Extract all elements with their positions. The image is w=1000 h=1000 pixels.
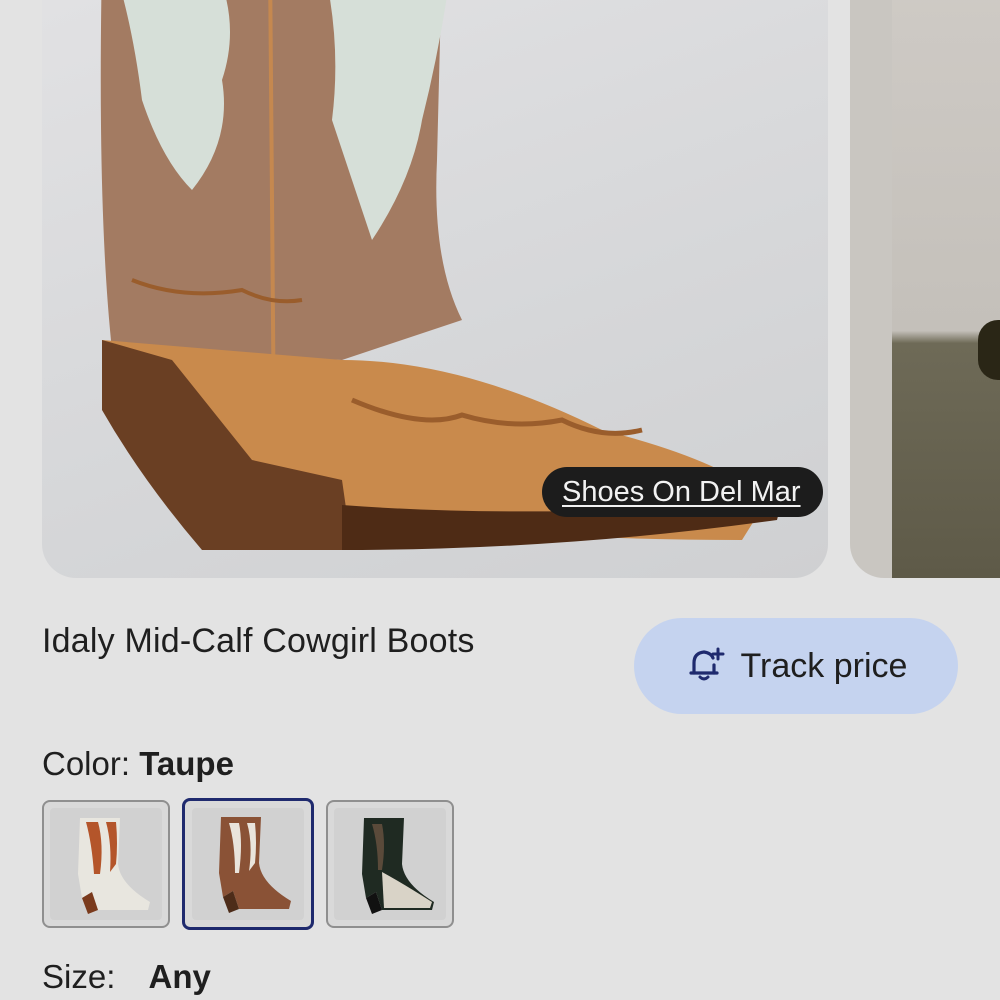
next-product-photo [892,0,1000,578]
size-selector-label[interactable]: Size: Any [42,958,211,996]
size-label: Size: [42,958,116,995]
track-price-label: Track price [740,646,908,685]
color-swatch-taupe[interactable] [182,798,314,930]
color-swatch-white-rust[interactable] [42,800,170,928]
source-link[interactable]: Shoes On Del Mar [542,467,823,517]
product-title: Idaly Mid-Calf Cowgirl Boots [42,622,475,660]
boot-thumbnail [362,818,434,914]
selected-size: Any [148,958,211,995]
color-swatch-black-white[interactable] [326,800,454,928]
bell-plus-icon [685,645,725,688]
next-product-shoe [978,320,1000,380]
color-selector-label: Color: Taupe [42,745,234,783]
boot-thumbnail [219,817,291,913]
track-price-button[interactable]: Track price [634,618,958,714]
product-image-card[interactable]: Shoes On Del Mar [42,0,828,578]
boot-thumbnail [78,818,150,914]
color-swatches [42,798,454,930]
selected-color: Taupe [139,745,234,782]
next-product-image-card[interactable] [850,0,1000,578]
color-label: Color: [42,745,131,782]
